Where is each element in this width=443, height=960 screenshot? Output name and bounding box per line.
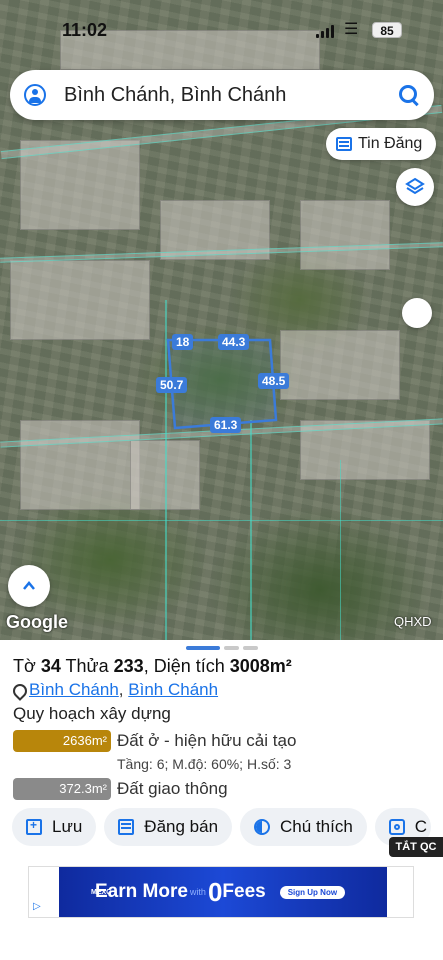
search-icon[interactable] — [398, 84, 420, 106]
zone-area-chip: 2636m² — [13, 730, 111, 752]
expand-button[interactable] — [8, 565, 50, 607]
dimension-label: 61.3 — [210, 417, 242, 433]
post-label: Đăng bán — [144, 817, 219, 836]
action-buttons: Lưu Đăng bán Chú thích C — [12, 808, 432, 846]
listings-button[interactable]: Tin Đăng — [326, 128, 436, 160]
pager-dot — [186, 646, 220, 650]
ad-signup-button[interactable]: Sign Up Now — [279, 885, 346, 899]
save-icon — [26, 818, 42, 835]
save-button[interactable]: Lưu — [12, 808, 97, 846]
listings-icon — [336, 137, 352, 151]
post-icon — [118, 819, 135, 835]
capture-label: C — [414, 817, 428, 836]
user-icon[interactable] — [24, 84, 46, 106]
sheet-number: 34 — [40, 656, 61, 676]
status-time: 11:02 — [62, 20, 108, 40]
area-value: 3008m² — [229, 656, 292, 676]
parcel-info-sheet: Tờ 34 Thửa 233, Diện tích 3008m² Bình Ch… — [0, 640, 443, 860]
zone-row: 2636m² Đất ở - hiện hữu cải tạo — [13, 730, 296, 752]
status-bar: 11:02 ☰ 85 — [0, 18, 443, 42]
location-pin-icon — [13, 684, 23, 696]
planning-heading: Quy hoạch xây dựng — [13, 704, 171, 723]
district-link[interactable]: Bình Chánh — [29, 680, 119, 699]
legend-label: Chú thích — [280, 817, 353, 836]
plot-number: 233 — [113, 656, 144, 676]
dimension-label: 44.3 — [218, 334, 250, 350]
ad-banner[interactable]: ▷ MEXC Earn More with 0 Fees Sign Up Now — [28, 866, 414, 918]
ad-fees: Fees — [222, 881, 266, 902]
legend-button[interactable]: Chú thích — [240, 808, 367, 846]
google-logo: Google — [6, 612, 68, 632]
parcel-title: Tờ 34 Thửa 233, Diện tích 3008m² — [13, 656, 292, 677]
zone-label: Đất giao thông — [117, 779, 228, 798]
title-prefix: Tờ — [13, 656, 36, 676]
satellite-map[interactable]: 18 44.3 50.7 48.5 61.3 11:02 ☰ 85 Bình C… — [0, 0, 443, 640]
camera-icon — [388, 819, 405, 835]
location-separator: , — [118, 680, 124, 699]
title-plot-word: Thửa — [65, 656, 109, 676]
ad-with: with — [189, 887, 206, 897]
sheet-pager — [186, 646, 258, 650]
ad-content[interactable]: MEXC Earn More with 0 Fees Sign Up Now — [59, 867, 387, 917]
battery-icon: 85 — [372, 22, 402, 38]
location-button[interactable] — [402, 298, 432, 328]
title-area-word: , Diện tích — [143, 656, 225, 676]
zone-label: Đất ở - hiện hữu cải tạo — [117, 731, 297, 750]
pager-dot — [243, 646, 258, 650]
layers-button[interactable] — [396, 168, 434, 206]
overlay-label: QHXD — [394, 614, 432, 629]
legend-icon — [254, 819, 271, 835]
ad-area: ▷ MEXC Earn More with 0 Fees Sign Up Now — [0, 860, 443, 960]
cellular-signal-icon — [316, 24, 334, 38]
location-line: Bình Chánh, Bình Chánh — [13, 680, 218, 700]
dimension-label: 50.7 — [156, 377, 188, 393]
save-label: Lưu — [52, 817, 83, 836]
zone-details: Tầng: 6; M.độ: 60%; H.số: 3 — [117, 756, 292, 772]
dimension-label: 18 — [172, 334, 194, 350]
pager-dot — [224, 646, 239, 650]
zone-area-chip: 372.3m² — [13, 778, 111, 800]
ad-brand: MEXC — [91, 889, 112, 896]
hide-ad-button[interactable]: TẮT QC — [389, 837, 443, 857]
search-text[interactable]: Bình Chánh, Bình Chánh — [64, 84, 398, 107]
layers-icon — [405, 177, 425, 195]
wifi-icon: ☰ — [344, 21, 359, 38]
city-link[interactable]: Bình Chánh — [128, 680, 218, 699]
post-for-sale-button[interactable]: Đăng bán — [104, 808, 233, 846]
chevron-up-icon — [23, 581, 35, 590]
ad-zero: 0 — [207, 876, 223, 907]
dimension-label: 48.5 — [258, 373, 290, 389]
zone-row: 372.3m² Đất giao thông — [13, 778, 228, 800]
listings-label: Tin Đăng — [358, 135, 423, 152]
adchoices-icon[interactable]: ▷ — [33, 901, 45, 913]
search-bar[interactable]: Bình Chánh, Bình Chánh — [10, 70, 434, 120]
